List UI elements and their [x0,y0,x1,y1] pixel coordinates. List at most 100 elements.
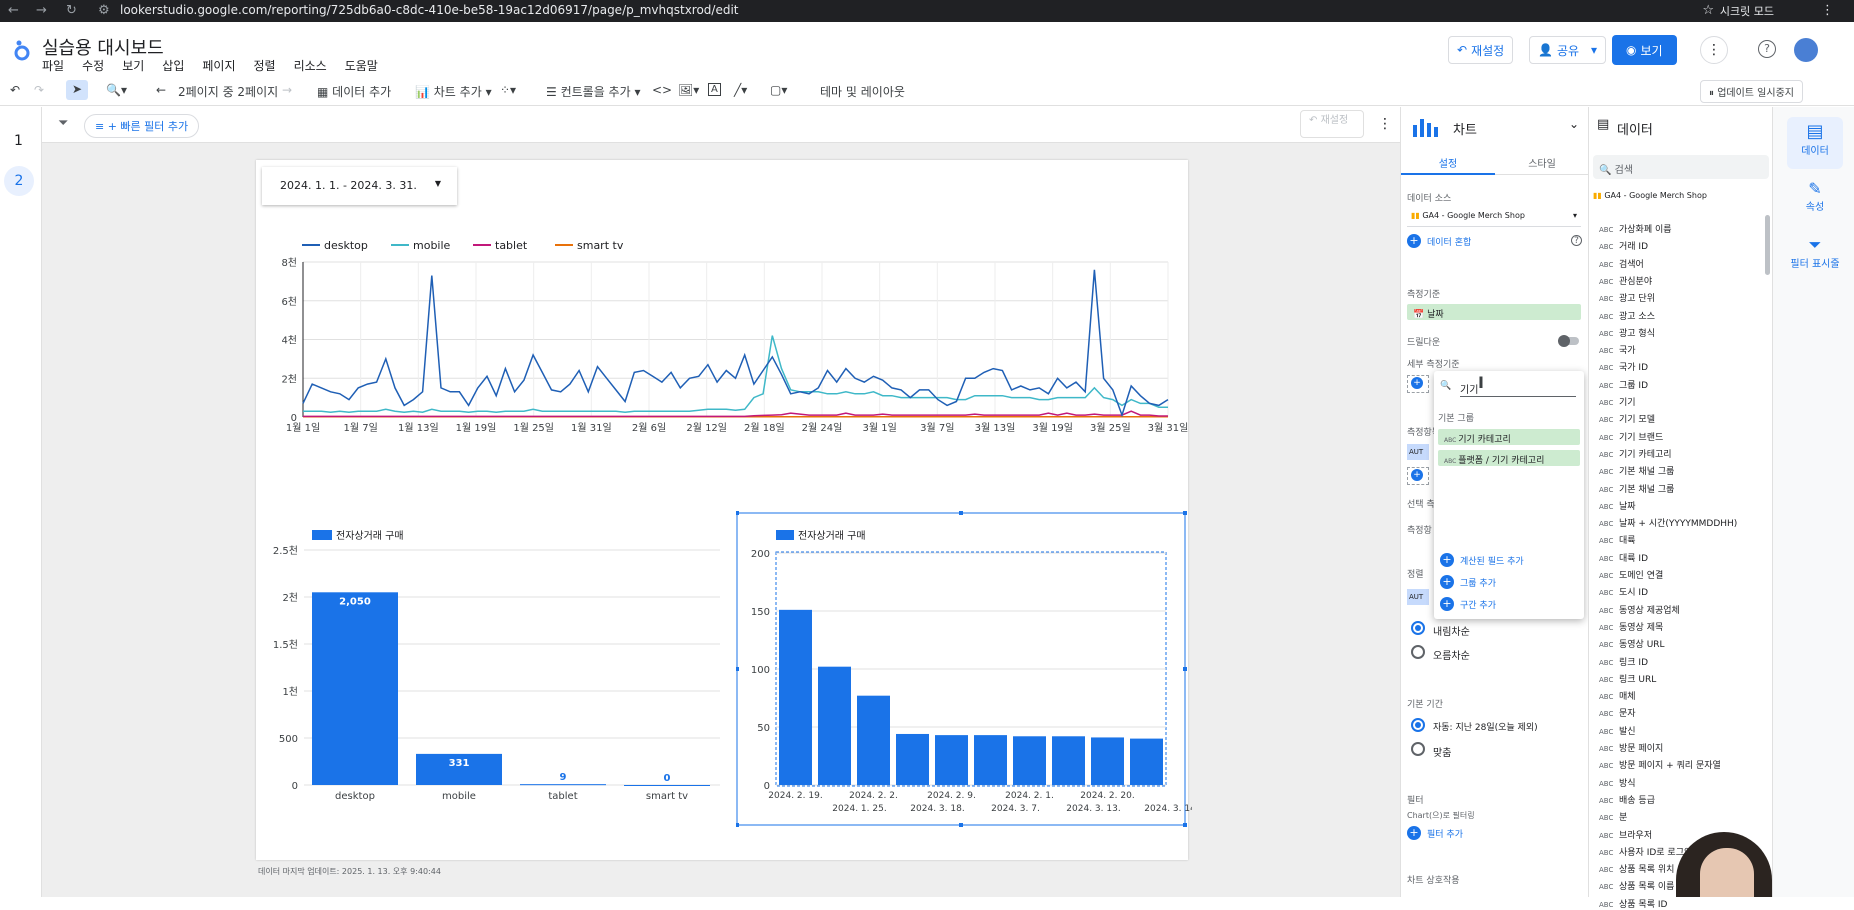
field-item[interactable]: ABC 기본 채널 그룹 [1599,482,1674,495]
more-vert-icon[interactable]: ⋮ [1378,116,1392,132]
undo-icon[interactable]: ↶ [10,83,20,97]
add-group-button[interactable]: + 그룹 추가 [1440,575,1496,589]
dimension-chip[interactable]: 📅 날짜 [1407,304,1581,320]
asc-radio[interactable] [1411,645,1425,659]
field-item[interactable]: ABC 검색어 [1599,257,1644,270]
avatar[interactable] [1794,38,1818,62]
add-calculated-field-button[interactable]: + 계산된 필드 추가 [1440,553,1524,567]
site-info-icon[interactable]: ⚙ [98,3,110,18]
field-item[interactable]: ABC 분 [1599,810,1627,823]
address-bar[interactable]: lookerstudio.google.com/reporting/725db6… [120,3,739,17]
field-item[interactable]: ABC 방식 [1599,776,1636,789]
field-item[interactable]: ABC 링크 URL [1599,672,1656,685]
text-box-icon[interactable]: A [708,83,721,96]
page-2-item[interactable]: 2 [4,166,34,196]
custom-range-radio[interactable] [1411,742,1425,756]
field-search[interactable]: 🔍 검색 [1593,155,1769,179]
data-source-name[interactable]: ▮▮ GA4 - Google Merch Shop [1593,191,1707,200]
theme-layout-button[interactable]: 테마 및 레이아웃 [820,83,905,100]
field-item[interactable]: ABC 광고 소스 [1599,309,1655,322]
rail-data-button[interactable]: ▤ 데이터 [1787,117,1843,169]
help-icon[interactable]: ? [1758,40,1776,58]
data-source-select[interactable]: ▮▮ GA4 - Google Merch Shop ▾ [1407,207,1581,227]
blend-data-button[interactable]: + 데이터 혼합 [1407,234,1471,248]
prev-page-icon[interactable]: ← [156,83,166,97]
field-item[interactable]: ABC 대륙 ID [1599,551,1648,564]
metric-chip[interactable]: AUT [1407,444,1429,460]
menu-item[interactable]: 리소스 [294,57,327,74]
field-item[interactable]: ABC 대륙 [1599,533,1636,546]
field-item[interactable]: ABC 배송 등급 [1599,793,1655,806]
field-item[interactable]: ABC 기기 카테고리 [1599,447,1672,460]
shape-icon[interactable]: ▢▾ [770,83,787,97]
reload-icon[interactable]: ↻ [66,3,77,18]
rail-filter-bar-button[interactable]: ⏷ 필터 표시줄 [1787,229,1843,281]
field-item[interactable]: ABC 국가 ID [1599,360,1648,373]
field-item[interactable]: ABC 기기 브랜드 [1599,430,1663,443]
field-item[interactable]: ABC 그룹 ID [1599,378,1648,391]
menu-item[interactable]: 보기 [122,57,144,74]
time-series-chart[interactable]: 02천4천6천8천1월 1일 1월 7일 1월 13일 1월 19일 1월 25일 1월 … [260,230,1190,440]
add-control-button[interactable]: ☰ 컨트롤을 추가 ▾ [546,83,640,100]
view-button[interactable]: ◉ 보기 [1612,35,1677,65]
quick-filter-button[interactable]: ≡ + 빠른 필터 추가 [84,114,200,138]
chevron-down-icon[interactable]: ⌄ [1569,117,1579,131]
redo-icon[interactable]: ↷ [34,83,44,97]
add-bin-button[interactable]: + 구간 추가 [1440,597,1496,611]
drilldown-toggle[interactable] [1558,335,1579,347]
field-item[interactable]: ABC 방문 페이지 [1599,741,1663,754]
auto-range-radio[interactable] [1411,718,1425,732]
chevron-down-icon[interactable]: ▾ [1591,43,1597,57]
tab-style[interactable]: 스타일 [1495,147,1589,175]
bookmark-star-icon[interactable]: ☆ [1702,3,1714,18]
menu-item[interactable]: 도움말 [345,57,378,74]
add-metric[interactable]: + [1407,467,1429,485]
image-icon[interactable]: 🖼▾ [678,83,699,97]
field-item[interactable]: ABC 거래 ID [1599,239,1648,252]
filter-icon[interactable]: ⏷ [58,116,68,131]
select-cursor-icon[interactable]: ➤ [66,80,88,100]
reset-button[interactable]: ↶ 재설정 [1448,36,1514,64]
menu-item[interactable]: 파일 [42,57,64,74]
field-item[interactable]: ABC 매체 [1599,689,1636,702]
scrollbar[interactable] [1765,215,1770,275]
community-viz-icon[interactable]: ⁘▾ [500,83,516,97]
field-item[interactable]: ABC 발신 [1599,724,1636,737]
add-chart-button[interactable]: 📊 차트 추가 ▾ [415,83,492,100]
page-1-item[interactable]: 1 [14,133,23,149]
field-item[interactable]: ABC 링크 ID [1599,655,1648,668]
field-item[interactable]: ABC 날짜 + 시간(YYYYMMDDHH) [1599,516,1737,529]
zoom-icon[interactable]: 🔍▾ [106,83,127,97]
next-page-icon[interactable]: → [282,83,292,97]
device-bar-chart[interactable]: 전자상거래 구매 0 500 1천 1.5천 2천 2.5천 2,050 desktop 331 m… [260,515,730,810]
field-item[interactable]: ABC 도시 ID [1599,585,1648,598]
more-options-icon[interactable]: ⋮ [1700,36,1728,64]
field-item[interactable]: ABC 기기 [1599,395,1636,408]
field-item[interactable]: ABC 가상화폐 이름 [1599,222,1672,235]
menu-item[interactable]: 삽입 [162,57,184,74]
field-item[interactable]: ABC 상품 목록 이름 [1599,879,1674,892]
help-icon[interactable]: ? [1571,235,1582,246]
forward-icon[interactable]: → [36,3,47,18]
field-item[interactable]: ABC 날짜 [1599,499,1636,512]
menu-item[interactable]: 수정 [82,57,104,74]
rail-properties-button[interactable]: ✎ 속성 [1787,173,1843,225]
date-range-control[interactable]: 2024. 1. 1. - 2024. 3. 31. ▼ [262,167,457,205]
field-item[interactable]: ABC 기본 채널 그룹 [1599,464,1674,477]
field-item[interactable]: ABC 문자 [1599,706,1636,719]
field-item[interactable]: ABC 기기 모델 [1599,412,1655,425]
field-item[interactable]: ABC 브라우저 [1599,828,1652,841]
option-platform-device[interactable]: ABC 플랫폼 / 기기 카테고리 [1438,450,1580,466]
tab-setup[interactable]: 설정 [1401,147,1495,175]
menu-item[interactable]: 페이지 [202,57,235,74]
field-item[interactable]: ABC 상품 목록 ID [1599,897,1667,910]
back-icon[interactable]: ← [8,3,19,18]
field-item[interactable]: ABC 동영상 URL [1599,637,1665,650]
field-item[interactable]: ABC 광고 단위 [1599,291,1655,304]
share-button[interactable]: 👤 공유 ▾ [1529,36,1607,64]
desc-radio[interactable] [1411,621,1425,635]
field-item[interactable]: ABC 국가 [1599,343,1636,356]
add-breakdown[interactable]: + [1407,375,1429,393]
date-bar-chart[interactable]: 전자상거래 구매0501001502002024. 2. 19.2024. 1.… [736,510,1192,830]
menu-item[interactable]: 정렬 [254,57,276,74]
